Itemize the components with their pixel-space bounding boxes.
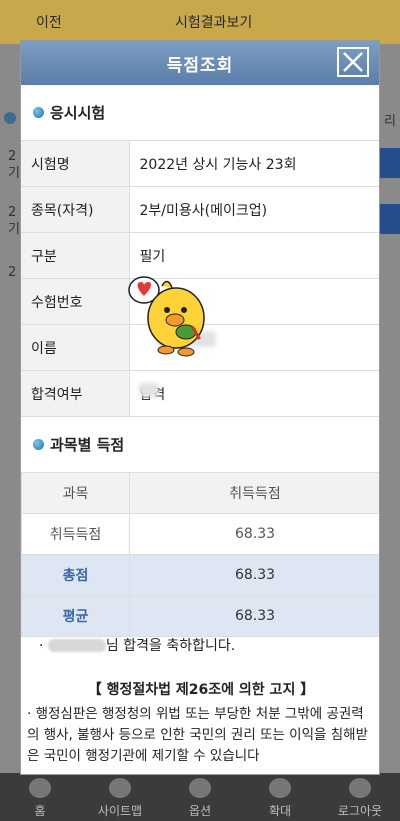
column-header: 과목 bbox=[21, 472, 130, 514]
column-header: 취득득점 bbox=[129, 472, 379, 514]
nav-zoom[interactable]: 확대 bbox=[240, 773, 320, 821]
background-title: 시험결과보기 bbox=[175, 15, 253, 31]
nav-sitemap[interactable]: 사이트맵 bbox=[80, 773, 160, 821]
score-label: 총점 bbox=[21, 554, 130, 596]
bottom-navigation: 홈 사이트맵 옵션 확대 로그아웃 bbox=[0, 773, 400, 821]
score-table: 과목 취득득점 취득득점 68.33 총점 68.33 평균 68.33 bbox=[21, 472, 379, 637]
nav-label: 로그아웃 bbox=[337, 804, 383, 818]
background-header: 이전 시험결과보기 bbox=[0, 0, 400, 44]
info-label: 합격여부 bbox=[21, 370, 130, 417]
info-value: 2부/미용사(메이크업) bbox=[129, 186, 379, 233]
notice-text: 행정심판은 행정청의 위법 또는 부당한 처분 그밖에 공권력의 행사, 불행사… bbox=[27, 706, 368, 764]
score-value: 68.33 bbox=[129, 554, 379, 596]
logout-icon bbox=[349, 778, 371, 798]
globe-icon bbox=[109, 778, 131, 798]
nav-label: 사이트맵 bbox=[97, 804, 143, 818]
notice-body: · 행정심판은 행정청의 위법 또는 부당한 처분 그밖에 공권력의 행사, 불… bbox=[27, 706, 368, 764]
score-value: 68.33 bbox=[129, 513, 379, 555]
section-exam-header: 응시시험 bbox=[21, 85, 379, 140]
redacted-name-field bbox=[139, 383, 159, 397]
score-modal: 득점조회 응시시험 시험명 2022년 상시 기능사 23회 종목(자격) 2부… bbox=[20, 40, 380, 775]
bullet-icon bbox=[33, 439, 44, 450]
nav-logout[interactable]: 로그아웃 bbox=[320, 773, 400, 821]
info-label: 구분 bbox=[21, 232, 130, 279]
table-row: 합격여부 합격 bbox=[21, 370, 379, 417]
zoom-in-icon bbox=[269, 778, 291, 798]
info-label: 종목(자격) bbox=[21, 186, 130, 233]
table-row: 시험명 2022년 상시 기능사 23회 bbox=[21, 140, 379, 187]
score-label: 취득득점 bbox=[21, 513, 130, 555]
section-score-title: 과목별 득점 bbox=[50, 436, 125, 454]
table-row: 취득득점 68.33 bbox=[21, 513, 379, 555]
settings-icon bbox=[189, 778, 211, 798]
info-label: 이름 bbox=[21, 324, 130, 371]
background-row: 2기 bbox=[8, 149, 20, 181]
section-score-header: 과목별 득점 bbox=[21, 417, 379, 472]
modal-header: 득점조회 bbox=[21, 41, 379, 85]
background-bullet-icon bbox=[4, 112, 16, 124]
congrats-message: · 님 합격을 축하합니다. bbox=[39, 638, 236, 654]
table-row: 평균 68.33 bbox=[21, 595, 379, 637]
nav-home[interactable]: 홈 bbox=[0, 773, 80, 821]
table-row: 총점 68.33 bbox=[21, 554, 379, 596]
modal-title: 득점조회 bbox=[166, 55, 234, 76]
background-row-button[interactable] bbox=[380, 204, 400, 234]
nav-options[interactable]: 옵션 bbox=[160, 773, 240, 821]
close-button[interactable] bbox=[337, 47, 369, 77]
redacted-name bbox=[47, 639, 106, 652]
back-link[interactable]: 이전 bbox=[36, 12, 62, 32]
background-row: 2 bbox=[8, 265, 17, 280]
info-label: 시험명 bbox=[21, 140, 130, 187]
congrats-text: 님 합격을 축하합니다. bbox=[105, 638, 236, 654]
notice-title: 【 행정절차법 제26조에 의한 고지 】 bbox=[87, 682, 315, 698]
home-icon bbox=[29, 778, 51, 798]
background-row-button[interactable] bbox=[380, 148, 400, 178]
table-row: 종목(자격) 2부/미용사(메이크업) bbox=[21, 186, 379, 233]
close-icon bbox=[343, 52, 363, 72]
info-label: 수험번호 bbox=[21, 278, 130, 325]
nav-label: 홈 bbox=[34, 804, 46, 818]
background-column-tail: 리 bbox=[384, 114, 396, 129]
section-exam-title: 응시시험 bbox=[50, 104, 106, 122]
table-header-row: 과목 취득득점 bbox=[21, 472, 379, 514]
score-label: 평균 bbox=[21, 595, 130, 637]
score-value: 68.33 bbox=[129, 595, 379, 637]
bullet-icon bbox=[33, 107, 44, 118]
info-value: 2022년 상시 기능사 23회 bbox=[129, 140, 379, 187]
background-row: 2기 bbox=[8, 205, 20, 237]
chick-sticker-icon bbox=[128, 276, 205, 357]
info-value: 합격 bbox=[129, 370, 379, 417]
nav-label: 옵션 bbox=[188, 804, 212, 818]
nav-label: 확대 bbox=[268, 804, 292, 818]
